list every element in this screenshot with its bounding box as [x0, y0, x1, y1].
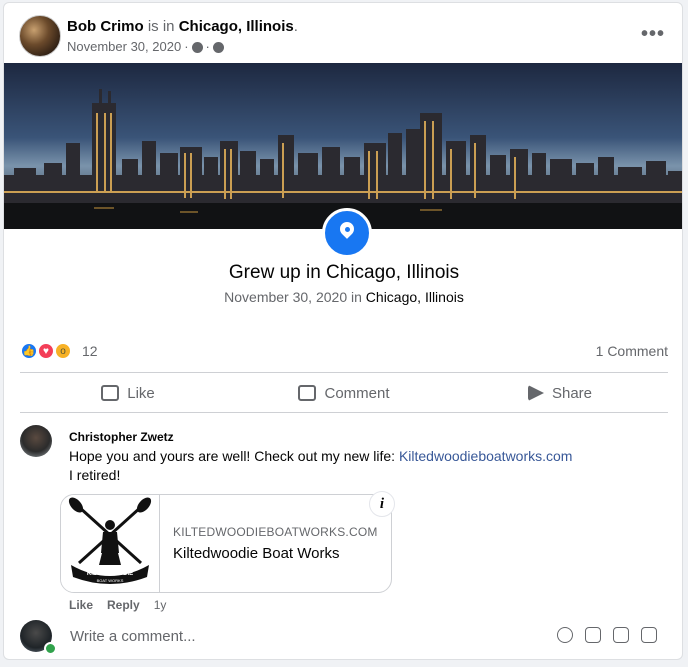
- header-text: Bob Crimo is in Chicago, Illinois. Novem…: [67, 17, 298, 55]
- comment-button[interactable]: Comment: [236, 374, 452, 412]
- skyline-graphic: [4, 89, 682, 229]
- kiltedwoodie-logo: KILTEDWOODIE BOAT WORKS: [68, 497, 152, 584]
- is-in-text: is in: [147, 18, 175, 35]
- divider-top: [20, 372, 668, 373]
- post-actions: Like Comment Share: [20, 374, 668, 412]
- life-event-place-link[interactable]: Chicago, Illinois: [366, 289, 464, 305]
- map-pin-icon: [322, 208, 372, 258]
- meta-separator: ·: [184, 39, 189, 54]
- comment-actions: Like Reply 1y: [69, 598, 166, 612]
- share-button[interactable]: Share: [452, 374, 668, 412]
- love-reaction-icon: ♥: [37, 342, 55, 360]
- link-preview-image: KILTEDWOODIE BOAT WORKS: [61, 495, 160, 592]
- like-reaction-icon: 👍: [20, 342, 38, 360]
- thumbs-up-icon: [101, 385, 120, 401]
- wow-reaction-icon: o: [54, 342, 72, 360]
- life-event-date: November 30, 2020: [224, 289, 348, 305]
- globe-icon[interactable]: [212, 41, 224, 53]
- period-text: .: [293, 18, 298, 35]
- reaction-icons[interactable]: 👍 ♥ o: [20, 342, 78, 360]
- clock-icon: [191, 41, 203, 53]
- camera-icon[interactable]: [585, 627, 601, 643]
- like-button[interactable]: Like: [20, 374, 236, 412]
- comment-bubble-icon: [298, 385, 317, 401]
- comment-age[interactable]: 1y: [154, 598, 167, 612]
- author-avatar[interactable]: [19, 15, 61, 57]
- reaction-count[interactable]: 12: [82, 343, 98, 359]
- online-status-dot: [44, 642, 57, 655]
- comment-body: Christopher Zwetz Hope you and yours are…: [69, 430, 649, 485]
- write-comment-input[interactable]: [68, 627, 532, 646]
- comment-count-link[interactable]: 1 Comment: [596, 343, 668, 359]
- commenter-name[interactable]: Christopher Zwetz: [69, 430, 649, 444]
- link-preview-title: Kiltedwoodie Boat Works: [173, 545, 340, 562]
- life-event-title: Grew up in Chicago, Illinois: [228, 262, 460, 283]
- comment-link[interactable]: Kiltedwoodieboatworks.com: [399, 448, 573, 464]
- comment-text-line1: Hope you and yours are well! Check out m…: [69, 448, 396, 464]
- location-link[interactable]: Chicago, Illinois: [179, 18, 294, 35]
- life-event-subtitle: November 30, 2020 in Chicago, Illinois: [4, 289, 682, 305]
- reactions-bar: 👍 ♥ o 12 1 Comment: [20, 340, 668, 362]
- link-preview-card[interactable]: KILTEDWOODIE BOAT WORKS KILTEDWOODIEBOAT…: [60, 494, 392, 593]
- link-preview-domain: KILTEDWOODIEBOATWORKS.COM: [173, 525, 378, 539]
- like-label: Like: [127, 384, 155, 402]
- comment-text-line2: I retired!: [69, 467, 121, 483]
- comment-like-button[interactable]: Like: [69, 598, 93, 612]
- share-label: Share: [551, 384, 593, 402]
- divider-bottom: [20, 412, 668, 413]
- meta-separator-2: ·: [205, 39, 210, 54]
- comment-reply-button[interactable]: Reply: [107, 598, 140, 612]
- emoji-icon[interactable]: [557, 627, 573, 643]
- sticker-icon[interactable]: [641, 627, 657, 643]
- life-event-in: in: [351, 289, 362, 305]
- post-date[interactable]: November 30, 2020: [67, 39, 181, 55]
- comment-text: Hope you and yours are well! Check out m…: [69, 447, 649, 485]
- info-icon[interactable]: i: [369, 491, 395, 517]
- logo-sub: BOAT WORKS: [97, 578, 124, 583]
- gif-icon[interactable]: [613, 627, 629, 643]
- commenter-avatar[interactable]: [20, 425, 52, 457]
- more-options-button[interactable]: •••: [641, 23, 665, 46]
- cover-photo-chicago-skyline[interactable]: [4, 63, 682, 229]
- post-meta: November 30, 2020 · ·: [67, 39, 298, 55]
- logo-text: KILTEDWOODIE: [87, 571, 133, 577]
- post-header: Bob Crimo is in Chicago, Illinois. Novem…: [19, 15, 669, 59]
- share-arrow-icon: [527, 385, 544, 401]
- write-comment-box[interactable]: [60, 622, 668, 652]
- post-card: Bob Crimo is in Chicago, Illinois. Novem…: [3, 2, 683, 660]
- author-name[interactable]: Bob Crimo: [67, 18, 144, 35]
- comment-label: Comment: [324, 384, 390, 402]
- author-line: Bob Crimo is in Chicago, Illinois.: [67, 17, 298, 36]
